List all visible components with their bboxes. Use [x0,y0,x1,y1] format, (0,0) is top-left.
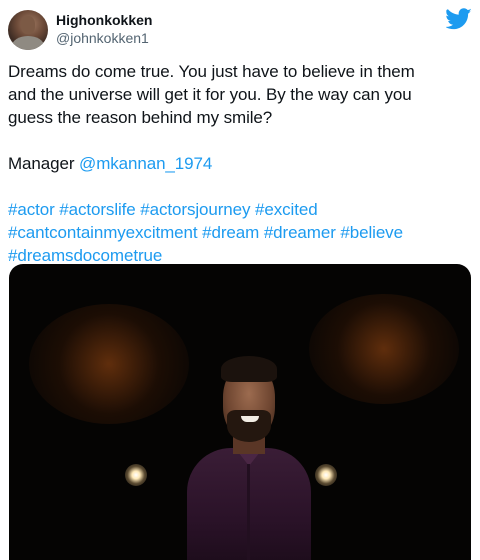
tweet-line: guess the reason behind my smile? [8,108,273,127]
mention-link[interactable]: @mkannan_1974 [79,154,212,173]
tweet-line: Dreams do come true. You just have to be… [8,62,415,81]
user-info: Highonkokken @johnkokken1 [56,11,152,47]
stage-light [125,464,147,486]
hashtag-link[interactable]: #dream [202,223,259,242]
avatar-shoulders [12,36,44,50]
avatar-face [21,16,35,34]
twitter-bird-icon[interactable] [446,8,472,30]
shirt-placket [247,464,250,560]
tweet-header: Highonkokken @johnkokken1 [8,8,472,52]
manager-label: Manager [8,154,80,173]
hashtag-link[interactable]: #actorslife [59,200,135,219]
hashtag-link[interactable]: #dreamsdocometrue [8,246,162,265]
hashtag-link[interactable]: #believe [340,223,403,242]
person-hair [221,356,277,382]
hashtag-link[interactable]: #actorsjourney [140,200,250,219]
hashtag-link[interactable]: #cantcontainmyexcitment [8,223,198,242]
hashtag-link[interactable]: #dreamer [264,223,336,242]
tweet-photo[interactable] [9,264,471,560]
tweet-text: Dreams do come true. You just have to be… [8,60,468,267]
tweet-line: and the universe will get it for you. By… [8,85,412,104]
warm-light [29,304,189,424]
avatar[interactable] [8,10,48,50]
display-name[interactable]: Highonkokken [56,11,152,29]
stage-light [315,464,337,486]
hashtag-link[interactable]: #actor [8,200,55,219]
tweet-card: Highonkokken @johnkokken1 Dreams do come… [0,0,480,560]
manager-line: Manager @mkannan_1974 [8,152,468,175]
hashtag-line: #actor #actorslife #actorsjourney #excit… [8,198,468,221]
warm-light [309,294,459,404]
hashtag-line: #cantcontainmyexcitment #dream #dreamer … [8,221,468,244]
user-handle[interactable]: @johnkokken1 [56,29,152,47]
hashtag-link[interactable]: #excited [255,200,318,219]
person-beard [227,410,271,442]
